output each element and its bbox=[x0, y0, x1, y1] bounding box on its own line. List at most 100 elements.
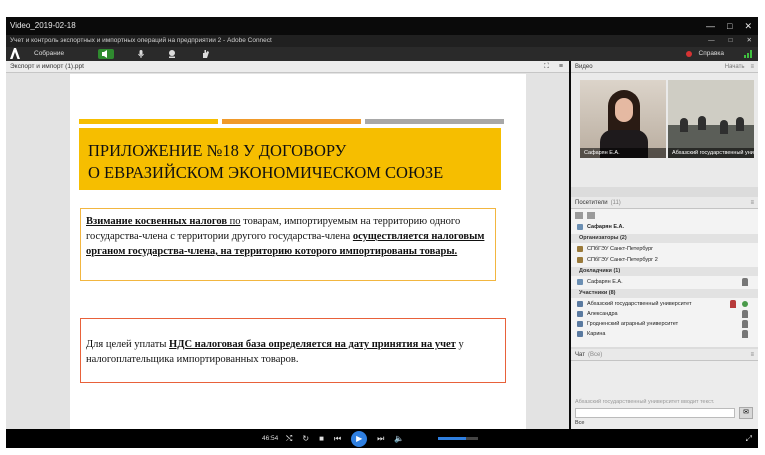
status-icon bbox=[742, 330, 748, 338]
pod-menu-icon[interactable]: ≡ bbox=[750, 197, 754, 209]
close-icon[interactable]: ✕ bbox=[744, 17, 752, 35]
minimize-icon[interactable]: — bbox=[706, 17, 715, 35]
chat-pod-header: Чат (Все) ≡ bbox=[571, 349, 758, 361]
share-pod: Экспорт и импорт (1).ppt ⛶ ≡ ПРИЛОЖЕНИЕ … bbox=[6, 61, 569, 429]
camera-status-icon bbox=[730, 300, 736, 308]
attendees-pod-header: Посетители (11) ≡ bbox=[571, 197, 758, 209]
attendees-pod-title: Посетители bbox=[575, 200, 608, 206]
video-pod-title: Видео bbox=[575, 64, 593, 70]
fullscreen-icon[interactable]: ⤢ bbox=[746, 429, 752, 448]
body-text: Для целей уплаты bbox=[86, 339, 170, 350]
slide-paragraph: Взимание косвенных налогов по товарам, и… bbox=[86, 214, 492, 259]
connect-window-caption: Учет и контроль экспортных и импортных о… bbox=[6, 35, 758, 47]
status-icon bbox=[742, 301, 748, 307]
chat-scope: (Все) bbox=[587, 352, 603, 358]
host-icon bbox=[577, 246, 583, 252]
player-controls: 46:54 ⤭ ↻ ■ ⏮ ▶ ⏭ 🔈 ⤢ bbox=[6, 429, 758, 448]
pod-menu-icon[interactable]: ≡ bbox=[750, 61, 754, 73]
right-pods-column: Видео Начать ≡ Сафарян Е.А. Абхазский го… bbox=[571, 61, 758, 429]
video-pod-header: Видео Начать ≡ bbox=[571, 61, 758, 73]
emphasis-text: НДС налоговая база определяется на дату … bbox=[169, 339, 456, 350]
repeat-icon[interactable]: ↻ bbox=[302, 429, 309, 448]
chat-bubble-icon: ✉ bbox=[743, 409, 749, 416]
chat-input[interactable] bbox=[575, 408, 735, 418]
help-menu[interactable]: Справка bbox=[699, 47, 725, 61]
status-icon bbox=[742, 310, 748, 318]
connect-toolbar: Собрание Справка bbox=[6, 47, 758, 61]
video-tile-label: Абхазский государственный университет bbox=[668, 148, 754, 158]
slide-paragraph: Для целей уплаты НДС налоговая база опре… bbox=[86, 337, 502, 367]
current-user-row[interactable]: Сафарян Е.А. bbox=[571, 222, 758, 232]
stop-icon[interactable]: ■ bbox=[319, 429, 324, 448]
video-window-title: Video_2019-02-18 bbox=[10, 21, 76, 30]
attendee-view-toolbar bbox=[575, 211, 758, 220]
pod-menu-icon[interactable]: ≡ bbox=[559, 61, 563, 73]
minimize-icon[interactable]: — bbox=[708, 35, 715, 47]
volume-slider[interactable] bbox=[438, 437, 478, 440]
participant-icon bbox=[577, 301, 583, 307]
user-icon bbox=[577, 224, 583, 230]
fullscreen-icon[interactable]: ⛶ bbox=[544, 61, 549, 73]
typing-indicator: Абхазский государственный университет вв… bbox=[575, 399, 715, 405]
playback-time: 46:54 bbox=[262, 435, 279, 442]
connection-strength-icon bbox=[744, 50, 752, 58]
attendee-name: Карина bbox=[587, 331, 606, 337]
recording-indicator-icon bbox=[686, 51, 692, 57]
attendee-row[interactable]: Карина bbox=[571, 329, 758, 339]
volume-level bbox=[438, 437, 466, 440]
video-player-window: Video_2019-02-18 — □ ✕ Учет и контроль э… bbox=[6, 17, 758, 448]
attendee-name: Гродненский аграрный университет bbox=[587, 321, 679, 327]
host-icon bbox=[577, 257, 583, 263]
meeting-menu[interactable]: Собрание bbox=[34, 47, 64, 61]
attendee-name: СПбГЭУ Санкт-Петербург bbox=[587, 246, 654, 252]
attendee-name: Сафарян Е.А. bbox=[587, 279, 623, 285]
attendee-row[interactable]: Александра bbox=[571, 309, 758, 319]
video-pod: Видео Начать ≡ Сафарян Е.А. Абхазский го… bbox=[571, 61, 758, 187]
play-button[interactable]: ▶ bbox=[351, 430, 368, 447]
status-icon bbox=[742, 320, 748, 328]
start-video-button[interactable]: Начать bbox=[725, 61, 745, 73]
transport-controls: ⤭ ↻ ■ ⏮ ▶ ⏭ 🔈 bbox=[286, 429, 404, 448]
attendee-row[interactable]: Абхазский государственный университет bbox=[571, 299, 758, 309]
attendee-name: Абхазский государственный университет bbox=[587, 301, 692, 307]
attendee-name: СПбГЭУ Санкт-Петербург 2 bbox=[587, 257, 658, 263]
webcam-status-icon bbox=[742, 278, 748, 286]
slide-title-line-1: ПРИЛОЖЕНИЕ №18 У ДОГОВОРУ bbox=[88, 141, 347, 160]
previous-icon[interactable]: ⏮ bbox=[334, 429, 341, 448]
maximize-icon[interactable]: □ bbox=[729, 35, 733, 47]
attendee-row[interactable]: СПбГЭУ Санкт-Петербург bbox=[571, 244, 758, 254]
video-window-controls: — □ ✕ bbox=[706, 17, 752, 35]
video-tile-presenter[interactable]: Сафарян Е.А. bbox=[580, 80, 666, 158]
next-icon[interactable]: ⏭ bbox=[377, 429, 384, 448]
underlined-text: по bbox=[227, 216, 241, 227]
share-pod-header: Экспорт и импорт (1).ppt ⛶ ≡ bbox=[6, 61, 569, 73]
attendees-count: (11) bbox=[610, 200, 621, 206]
attendee-group-presenters[interactable]: Докладчики (1) bbox=[571, 267, 758, 276]
close-icon[interactable]: ✕ bbox=[747, 35, 752, 47]
slide-title-line-2: О ЕВРАЗИЙСКОМ ЭКОНОМИЧЕСКОМ СОЮЗЕ bbox=[88, 163, 444, 182]
screen: Video_2019-02-18 — □ ✕ Учет и контроль э… bbox=[0, 0, 765, 455]
send-message-button[interactable]: ✉ bbox=[739, 407, 753, 419]
participant-icon bbox=[577, 311, 583, 317]
slide-text-box-vat: Для целей уплаты НДС налоговая база опре… bbox=[80, 318, 506, 383]
connect-window-controls: — □ ✕ bbox=[708, 35, 752, 47]
participant-icon bbox=[577, 331, 583, 337]
attendee-group-participants[interactable]: Участники (8) bbox=[571, 289, 758, 298]
maximize-icon[interactable]: □ bbox=[727, 17, 732, 35]
volume-icon[interactable]: 🔈 bbox=[394, 429, 404, 448]
shuffle-icon[interactable]: ⤭ bbox=[286, 429, 292, 448]
attendee-row[interactable]: Гродненский аграрный университет bbox=[571, 319, 758, 329]
video-tile-classroom[interactable]: Абхазский государственный университет bbox=[668, 80, 754, 158]
chat-pod-title: Чат bbox=[575, 352, 585, 358]
presenter-icon bbox=[577, 279, 583, 285]
attendee-name: Александра bbox=[587, 311, 618, 317]
attendee-row[interactable]: СПбГЭУ Санкт-Петербург 2 bbox=[571, 255, 758, 265]
chat-recipient-select[interactable]: Все bbox=[575, 420, 584, 426]
presentation-slide: ПРИЛОЖЕНИЕ №18 У ДОГОВОРУ О ЕВРАЗИЙСКОМ … bbox=[70, 74, 526, 429]
slide-accent-strip bbox=[222, 119, 361, 124]
pod-menu-icon[interactable]: ≡ bbox=[750, 349, 754, 361]
attendees-pod: Посетители (11) ≡ Сафарян Е.А. Организато… bbox=[571, 197, 758, 347]
attendee-name: Сафарян Е.А. bbox=[587, 224, 625, 230]
attendee-row[interactable]: Сафарян Е.А. bbox=[571, 277, 758, 287]
attendee-group-hosts[interactable]: Организаторы (2) bbox=[571, 234, 758, 243]
